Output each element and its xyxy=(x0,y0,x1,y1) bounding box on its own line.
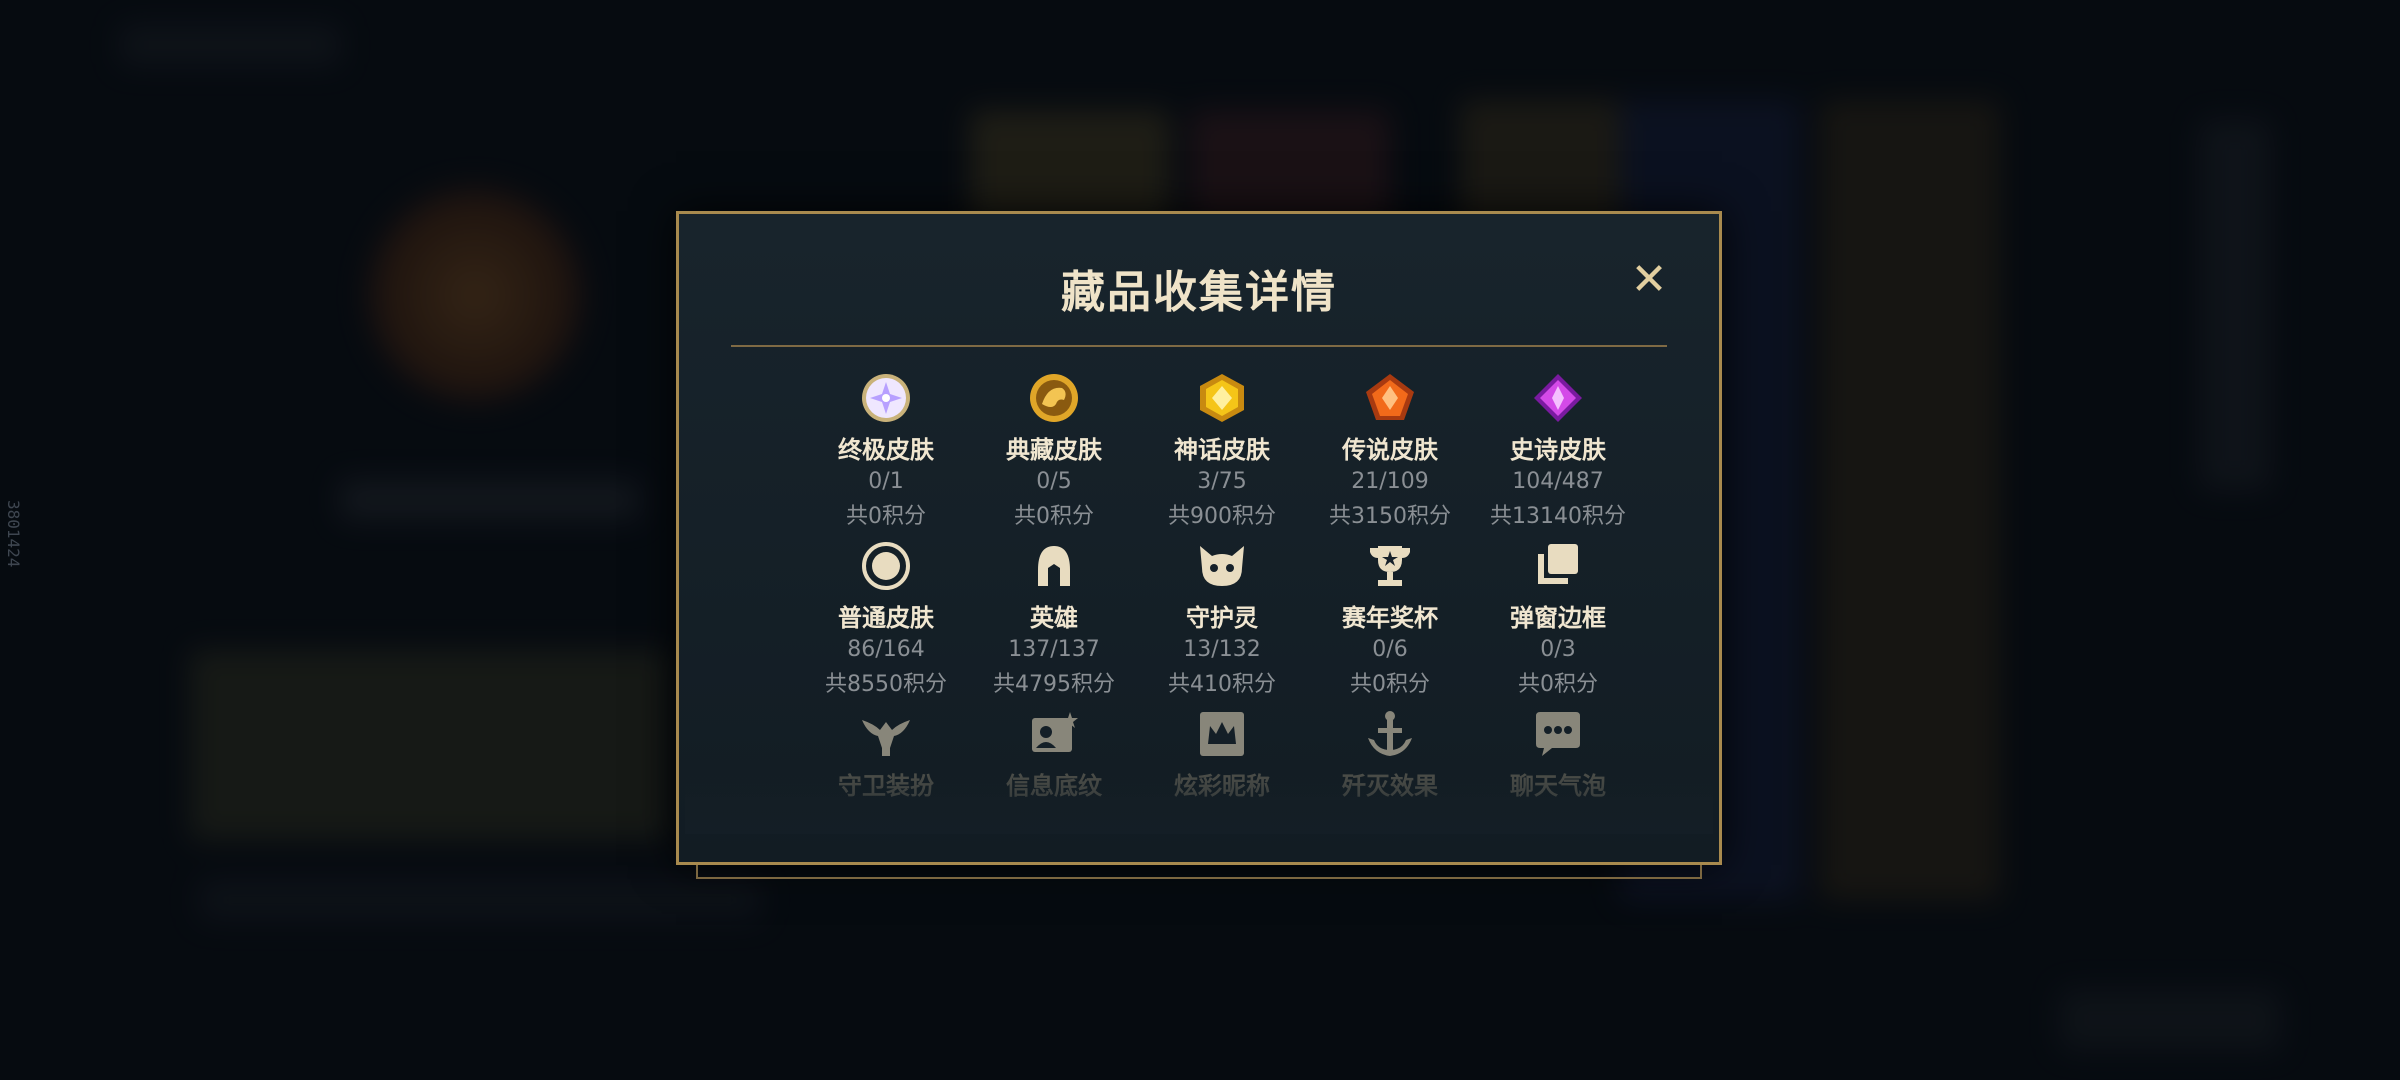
item-count: 0/1 xyxy=(868,469,904,494)
item-count: 104/487 xyxy=(1512,469,1604,494)
epic-gem-icon xyxy=(1534,374,1582,422)
collection-item-popup-frame[interactable]: 弹窗边框 0/3 共0积分 xyxy=(1474,540,1642,708)
item-name: 聊天气泡 xyxy=(1510,772,1606,800)
item-name: 史诗皮肤 xyxy=(1510,436,1606,464)
prestige-dragon-icon xyxy=(1030,374,1078,422)
item-points: 共8550积分 xyxy=(825,672,947,697)
item-count: 0/3 xyxy=(1540,637,1576,662)
ultimate-gem-icon xyxy=(862,374,910,422)
item-count: 0/5 xyxy=(1036,469,1072,494)
item-count: 137/137 xyxy=(1008,637,1100,662)
item-count: 13/132 xyxy=(1183,637,1261,662)
collection-item-color-name[interactable]: 炫彩昵称 xyxy=(1138,708,1306,876)
close-button[interactable]: ✕ xyxy=(1627,258,1671,302)
item-name: 守护灵 xyxy=(1186,604,1258,632)
collection-grid: 终极皮肤 0/1 共0积分 典藏皮肤 0/5 共0积分 神话皮肤 3/75 共9… xyxy=(802,372,1642,876)
collection-item-mythic[interactable]: 神话皮肤 3/75 共900积分 xyxy=(1138,372,1306,540)
item-points: 共13140积分 xyxy=(1490,504,1626,529)
legendary-gem-icon xyxy=(1366,374,1414,420)
collection-details-dialog: 藏品收集详情 ✕ 终极皮肤 0/1 共0积分 典藏皮肤 0/5 共0积分 神话皮… xyxy=(676,211,1722,865)
item-count: 0/6 xyxy=(1372,637,1408,662)
item-points: 共0积分 xyxy=(1518,672,1598,697)
title-divider xyxy=(731,345,1667,347)
collection-item-normal-skin[interactable]: 普通皮肤 86/164 共8550积分 xyxy=(802,540,970,708)
item-name: 信息底纹 xyxy=(1006,772,1102,800)
collection-item-legendary[interactable]: 传说皮肤 21/109 共3150积分 xyxy=(1306,372,1474,540)
dialog-title: 藏品收集详情 xyxy=(1061,267,1337,318)
guardian-pet-icon xyxy=(1200,546,1244,586)
trophy-icon xyxy=(1370,546,1410,586)
ward-icon xyxy=(862,720,910,756)
item-points: 共4795积分 xyxy=(993,672,1115,697)
collection-item-prestige[interactable]: 典藏皮肤 0/5 共0积分 xyxy=(970,372,1138,540)
card-banner-icon xyxy=(1032,712,1078,752)
collection-item-info-banner[interactable]: 信息底纹 xyxy=(970,708,1138,876)
item-name: 歼灭效果 xyxy=(1342,772,1438,800)
chat-bubble-icon xyxy=(1536,712,1580,756)
side-id-label: 3801424 xyxy=(4,500,23,568)
item-name: 普通皮肤 xyxy=(838,604,934,632)
item-name: 赛年奖杯 xyxy=(1342,604,1438,632)
item-points: 共0积分 xyxy=(1014,504,1094,529)
item-name: 终极皮肤 xyxy=(838,436,934,464)
collection-item-kill-effect[interactable]: 歼灭效果 xyxy=(1306,708,1474,876)
item-count: 3/75 xyxy=(1197,469,1247,494)
collection-item-ultimate[interactable]: 终极皮肤 0/1 共0积分 xyxy=(802,372,970,540)
collection-item-ward-skin[interactable]: 守卫装扮 xyxy=(802,708,970,876)
item-points: 共0积分 xyxy=(1350,672,1430,697)
collection-item-chat-bubble[interactable]: 聊天气泡 xyxy=(1474,708,1642,876)
item-points: 共900积分 xyxy=(1168,504,1276,529)
item-name: 炫彩昵称 xyxy=(1174,772,1270,800)
item-name: 典藏皮肤 xyxy=(1006,436,1102,464)
item-name: 传说皮肤 xyxy=(1342,436,1438,464)
dialog-bottom-edge xyxy=(696,865,1702,879)
collection-item-epic[interactable]: 史诗皮肤 104/487 共13140积分 xyxy=(1474,372,1642,540)
item-count: 21/109 xyxy=(1351,469,1429,494)
item-points: 共3150积分 xyxy=(1329,504,1451,529)
mythic-gem-icon xyxy=(1200,374,1244,422)
collection-item-heroes[interactable]: 英雄 137/137 共4795积分 xyxy=(970,540,1138,708)
anchor-icon xyxy=(1368,711,1412,756)
item-points: 共410积分 xyxy=(1168,672,1276,697)
item-name: 英雄 xyxy=(1030,604,1078,632)
item-count: 86/164 xyxy=(847,637,925,662)
item-name: 守卫装扮 xyxy=(838,772,934,800)
frame-stack-icon xyxy=(1538,544,1578,584)
crown-name-icon xyxy=(1200,712,1244,756)
collection-item-trophy[interactable]: 赛年奖杯 0/6 共0积分 xyxy=(1306,540,1474,708)
item-name: 神话皮肤 xyxy=(1174,436,1270,464)
helmet-icon xyxy=(1038,546,1070,586)
normal-circle-icon xyxy=(862,542,910,590)
item-name: 弹窗边框 xyxy=(1510,604,1606,632)
item-points: 共0积分 xyxy=(846,504,926,529)
collection-item-guardian[interactable]: 守护灵 13/132 共410积分 xyxy=(1138,540,1306,708)
